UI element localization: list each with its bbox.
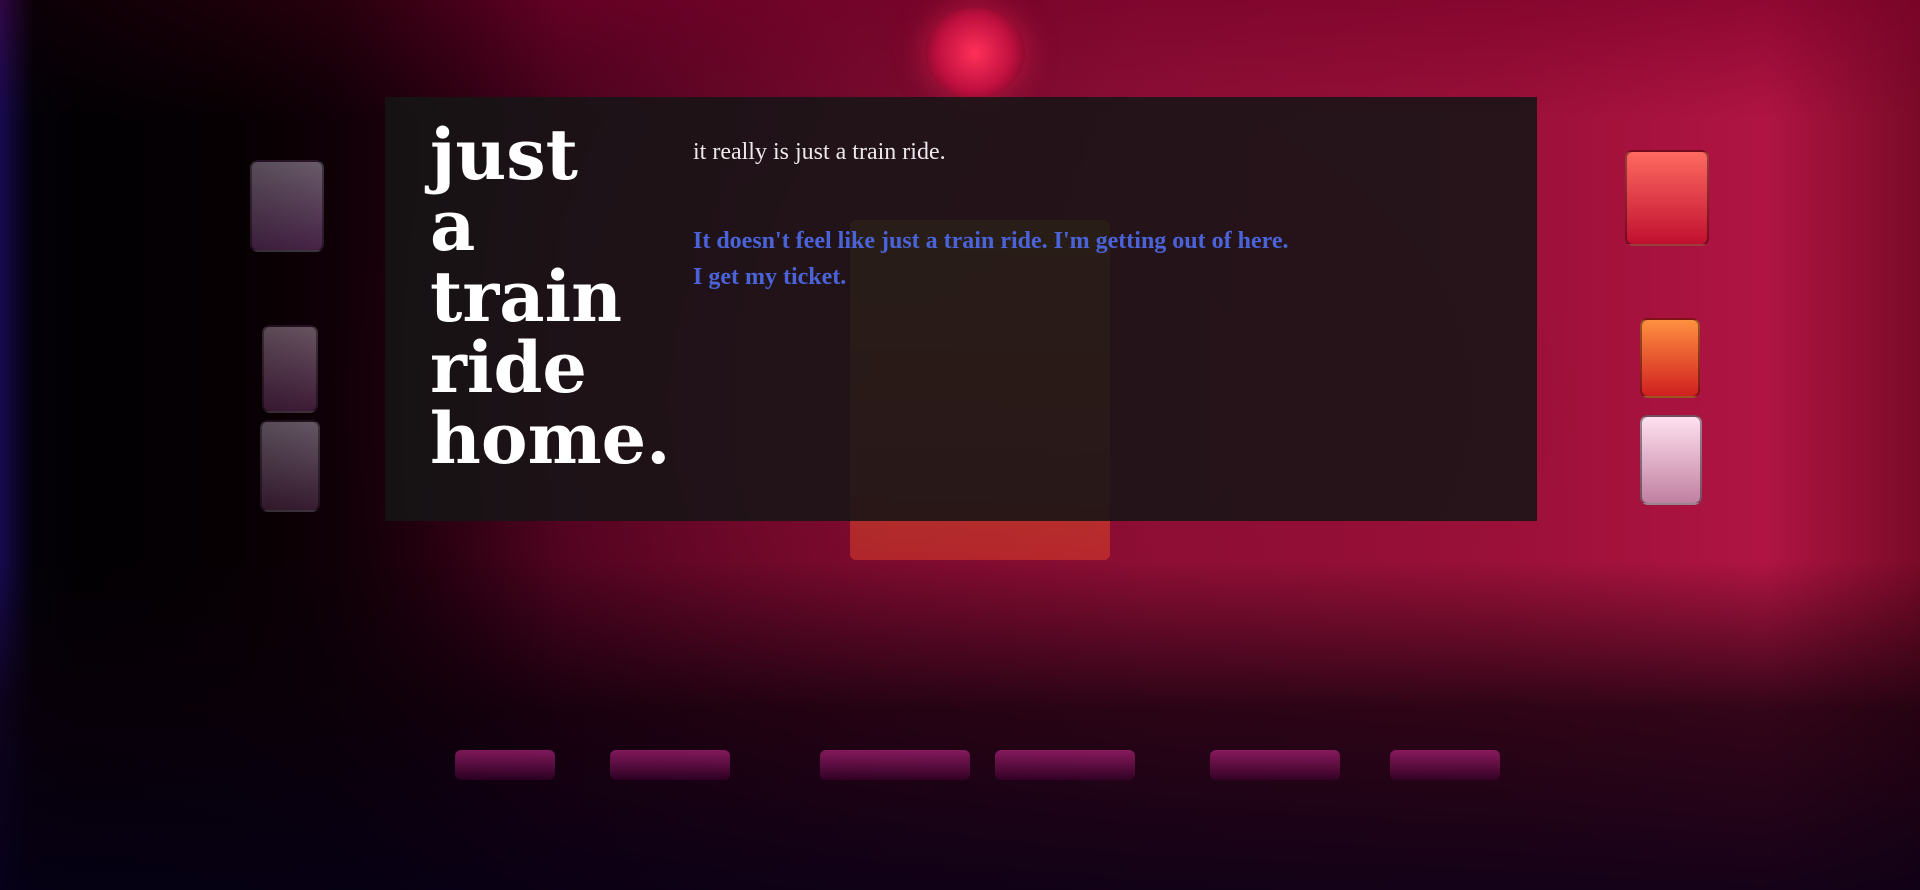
background-ceiling-ornament xyxy=(925,8,1025,98)
page-title: just a train ride home. xyxy=(430,119,680,474)
title-line: just xyxy=(430,113,578,196)
subtitle: it really is just a train ride. xyxy=(693,139,946,165)
background-bench xyxy=(820,750,970,780)
story-text[interactable]: It doesn't feel like just a train ride. … xyxy=(693,223,1453,295)
story-line[interactable]: I get my ticket. xyxy=(693,259,1453,295)
background-bench xyxy=(610,750,730,780)
background-bench xyxy=(1210,750,1340,780)
background-floor xyxy=(0,560,1920,890)
background-bench xyxy=(1390,750,1500,780)
story-line[interactable]: It doesn't feel like just a train ride. … xyxy=(693,223,1453,259)
title-line: home. xyxy=(430,397,671,480)
title-line: ride xyxy=(430,326,587,409)
background-bench xyxy=(455,750,555,780)
title-line: a xyxy=(430,184,476,267)
background-window xyxy=(1640,415,1702,505)
background-window xyxy=(1640,318,1700,398)
background-window xyxy=(1625,150,1709,246)
background-bench xyxy=(995,750,1135,780)
story-panel: just a train ride home. it really is jus… xyxy=(385,97,1537,521)
title-line: train xyxy=(430,255,623,338)
